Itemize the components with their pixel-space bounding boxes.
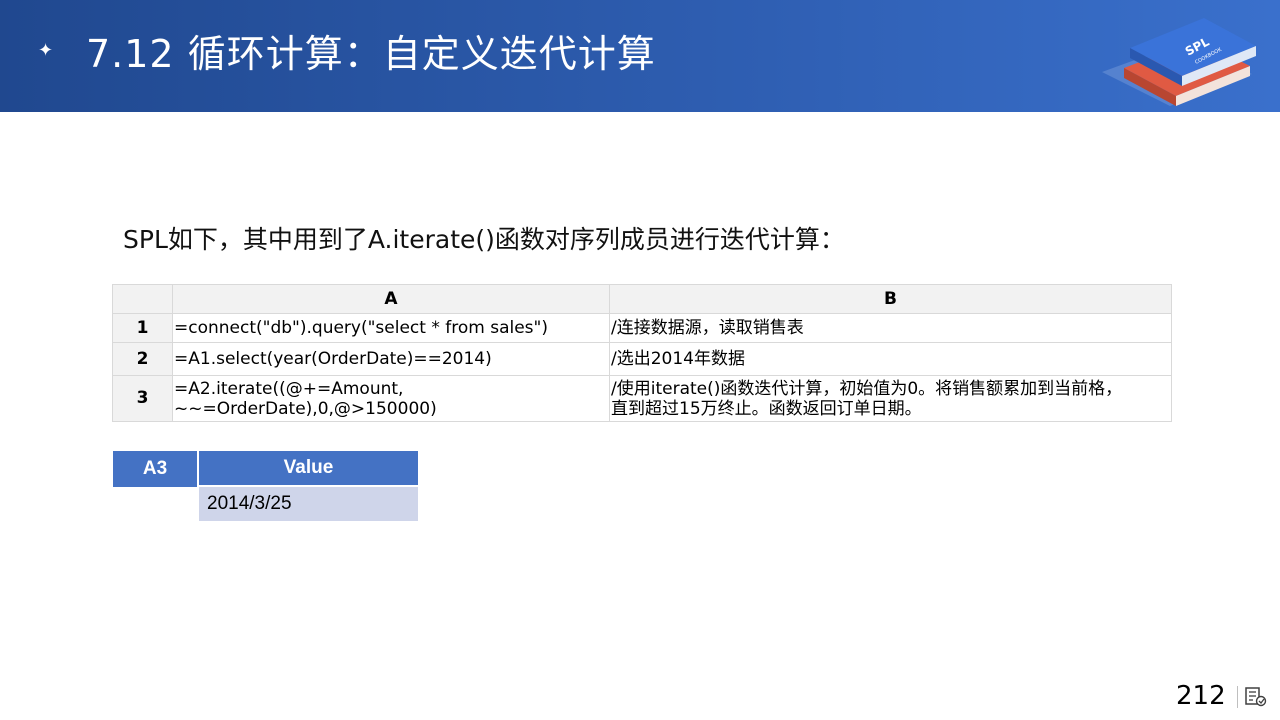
grid-row: 3 =A2.iterate((@+=Amount, ~~=OrderDate),… — [112, 375, 1172, 422]
result-header: Value — [199, 451, 418, 485]
cell-a3-line: =A2.iterate((@+=Amount, — [174, 378, 404, 399]
spl-cookbook-logo: SPL COOKBOOK — [1102, 18, 1256, 106]
row-number[interactable]: 2 — [112, 342, 173, 376]
cell-b2[interactable]: /选出2014年数据 — [609, 342, 1172, 376]
header-banner: ✦ 7.12 循环计算：自定义迭代计算 SPL COOKBOOK — [0, 0, 1280, 112]
cell-b3-line: 直到超过15万终止。函数返回订单日期。 — [611, 398, 922, 419]
cell-b1[interactable]: /连接数据源，读取销售表 — [609, 313, 1172, 343]
column-header-a[interactable]: A — [172, 284, 610, 314]
row-number[interactable]: 3 — [112, 375, 173, 422]
grid-header-row: A B — [112, 284, 1172, 314]
cell-a2[interactable]: =A1.select(year(OrderDate)==2014) — [172, 342, 610, 376]
result-cell-label: A3 — [113, 451, 197, 487]
cell-b3-line: /使用iterate()函数迭代计算，初始值为0。将销售额累加到当前格， — [611, 378, 1123, 399]
cell-a3[interactable]: =A2.iterate((@+=Amount, ~~=OrderDate),0,… — [172, 375, 610, 422]
four-point-star-icon: ✦ — [38, 40, 54, 61]
page-number: 212 — [1176, 681, 1226, 711]
column-header-b[interactable]: B — [609, 284, 1172, 314]
intro-text: SPL如下，其中用到了A.iterate()函数对序列成员进行迭代计算： — [123, 225, 845, 254]
cell-a3-line: ~~=OrderDate),0,@>150000) — [174, 398, 437, 419]
row-number[interactable]: 1 — [112, 313, 173, 343]
slide-title: 7.12 循环计算：自定义迭代计算 — [86, 32, 656, 76]
cell-a1[interactable]: =connect("db").query("select * from sale… — [172, 313, 610, 343]
grid-row: 1 =connect("db").query("select * from sa… — [112, 313, 1172, 343]
footer-divider — [1237, 686, 1238, 708]
grid-row: 2 =A1.select(year(OrderDate)==2014) /选出2… — [112, 342, 1172, 376]
grid-corner-cell[interactable] — [112, 284, 173, 314]
result-value[interactable]: 2014/3/25 — [199, 487, 418, 521]
cell-b3[interactable]: /使用iterate()函数迭代计算，初始值为0。将销售额累加到当前格， 直到超… — [609, 375, 1172, 422]
spl-grid: A B 1 =connect("db").query("select * fro… — [112, 284, 1172, 422]
notes-icon[interactable] — [1245, 687, 1267, 707]
